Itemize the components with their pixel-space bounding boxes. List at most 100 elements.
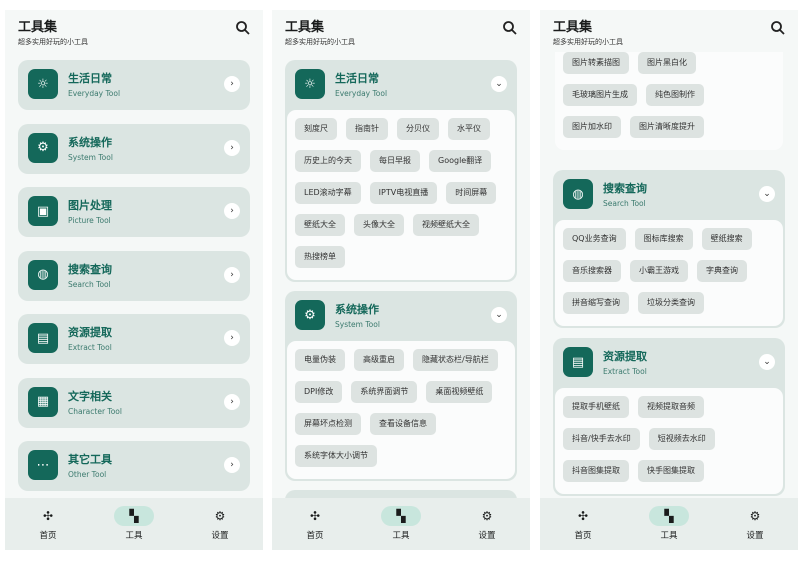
tool-chip[interactable]: 每日早报: [370, 150, 420, 172]
category-header[interactable]: ☼ 生活日常 Everyday Tool ›: [18, 60, 250, 110]
tool-chip[interactable]: 视频提取音频: [638, 396, 704, 418]
nav-item-0[interactable]: ✣ 首页: [272, 498, 358, 550]
tool-chip[interactable]: 查看设备信息: [370, 413, 436, 435]
nav-item-2[interactable]: ⚙ 设置: [444, 498, 530, 550]
tool-list[interactable]: ☼ 生活日常 Everyday Tool › ⚙ 系统操作 System Tool…: [5, 52, 263, 498]
category-card[interactable]: ▤ 资源提取 Extract Tool ›: [18, 314, 250, 364]
category-card[interactable]: 图片转素描图 图片黑白化 毛玻璃图片生成 纯色图制作图片加水印 图片清晰度提升: [553, 52, 785, 152]
chevron-right-icon[interactable]: ›: [224, 139, 240, 156]
category-header[interactable]: ▣ 图片处理 Picture Tool ⌄: [285, 490, 517, 498]
nav-label: 工具: [125, 531, 143, 541]
search-icon[interactable]: [235, 20, 251, 36]
chevron-down-icon[interactable]: ⌄: [759, 186, 775, 202]
category-header[interactable]: ☼ 生活日常 Everyday Tool ⌄: [285, 60, 517, 110]
nav-item-0[interactable]: ✣ 首页: [5, 498, 91, 550]
category-card[interactable]: ▣ 图片处理 Picture Tool ⌄: [285, 490, 517, 498]
tool-chip[interactable]: 头像大全: [354, 214, 404, 236]
chevron-right-icon[interactable]: ›: [224, 203, 240, 219]
category-card[interactable]: ◍ 搜索查询 Search Tool ⌄ QQ业务查询 图标库搜索 壁纸搜索音乐搜索器…: [553, 170, 785, 328]
category-card[interactable]: ◍ 搜索查询 Search Tool ›: [18, 250, 250, 301]
tool-chip[interactable]: DPI修改: [295, 381, 343, 403]
chevron-right-icon[interactable]: ›: [224, 457, 240, 473]
tool-chip[interactable]: 桌面视频壁纸: [426, 381, 493, 403]
tool-chip[interactable]: 图片清晰度提升: [630, 116, 704, 138]
tool-chip[interactable]: 系统字体大小调节: [295, 445, 377, 467]
category-card[interactable]: ⚙ 系统操作 System Tool ⌄ 电量伪装 高级重启 隐藏状态栏/导航栏 DPI…: [285, 291, 517, 481]
tool-chip[interactable]: 壁纸搜索: [701, 228, 752, 250]
tool-chip[interactable]: 抖音/快手去水印: [563, 428, 640, 450]
tool-chip[interactable]: 分贝仪: [397, 118, 439, 140]
tool-chip[interactable]: LED滚动字幕: [295, 182, 361, 204]
tool-chip[interactable]: 图标库搜索: [634, 228, 693, 250]
tool-chip[interactable]: 毛玻璃图片生成: [563, 84, 637, 106]
category-header[interactable]: ▤ 资源提取 Extract Tool ›: [18, 314, 250, 364]
tool-chip[interactable]: Google翻译: [429, 150, 492, 172]
tool-chip[interactable]: 屏幕坏点检测: [295, 413, 361, 435]
tool-chip[interactable]: 垃圾分类查询: [638, 292, 704, 314]
category-header[interactable]: ⚙ 系统操作 System Tool ›: [18, 124, 250, 174]
nav-item-1[interactable]: ▚ 工具: [626, 498, 712, 550]
chevron-right-icon[interactable]: ›: [224, 76, 240, 92]
tool-chip[interactable]: 电量伪装: [295, 349, 345, 371]
gear-icon: ⚙: [749, 509, 761, 523]
chevron-down-icon[interactable]: ⌄: [491, 76, 507, 92]
chevron-right-icon[interactable]: ›: [224, 393, 240, 410]
chevron-down-icon[interactable]: ⌄: [491, 307, 507, 323]
search-icon[interactable]: [502, 20, 518, 36]
category-card[interactable]: ☼ 生活日常 Everyday Tool ⌄ 刻度尺 指南针 分贝仪 水平仪历史上的今天…: [285, 60, 517, 282]
search-icon[interactable]: [770, 20, 786, 36]
nav-label: 设置: [211, 531, 229, 541]
chevron-right-icon[interactable]: ›: [224, 330, 240, 346]
category-card[interactable]: ▣ 图片处理 Picture Tool ›: [18, 187, 250, 237]
tool-chip[interactable]: 纯色图制作: [646, 84, 704, 106]
category-header[interactable]: ⚙ 系统操作 System Tool ⌄: [285, 291, 517, 341]
tool-chip[interactable]: QQ业务查询: [563, 228, 626, 250]
nav-item-2[interactable]: ⚙ 设置: [177, 498, 263, 550]
category-header[interactable]: ▣ 图片处理 Picture Tool ›: [18, 187, 250, 237]
tool-chip[interactable]: 高级重启: [354, 349, 404, 371]
tool-chip[interactable]: 小霸王游戏: [630, 260, 688, 282]
tool-chip[interactable]: 系统界面调节: [351, 381, 418, 403]
category-card[interactable]: ▤ 资源提取 Extract Tool ⌄ 提取手机壁纸 视频提取音频抖音/快手去水…: [553, 338, 785, 496]
tool-chip[interactable]: 壁纸大全: [295, 214, 345, 236]
category-card[interactable]: ⋯ 其它工具 Other Tool ›: [18, 441, 250, 491]
category-header[interactable]: ▦ 文字相关 Character Tool ›: [18, 378, 250, 428]
nav-item-0[interactable]: ✣ 首页: [540, 498, 626, 550]
tool-chip[interactable]: 视频壁纸大全: [413, 214, 479, 236]
tool-chip[interactable]: 抖音图集提取: [563, 460, 629, 482]
category-header[interactable]: ◍ 搜索查询 Search Tool ›: [18, 251, 250, 301]
tool-chip[interactable]: 热搜榜单: [295, 246, 345, 268]
tool-chip[interactable]: 水平仪: [448, 118, 490, 140]
category-card[interactable]: ▦ 文字相关 Character Tool ›: [18, 377, 250, 428]
category-header[interactable]: ◍ 搜索查询 Search Tool ⌄: [553, 170, 785, 220]
tool-chip[interactable]: 图片黑白化: [638, 52, 696, 74]
app-header: 工具集 超多实用好玩的小工具: [272, 10, 530, 52]
category-header[interactable]: ▤ 资源提取 Extract Tool ⌄: [553, 338, 785, 388]
tool-chip[interactable]: 提取手机壁纸: [563, 396, 629, 418]
tool-chip[interactable]: IPTV电视直播: [369, 182, 438, 204]
tool-chip[interactable]: 图片转素描图: [563, 52, 629, 74]
tool-chip[interactable]: 音乐搜索器: [563, 260, 621, 282]
category-card[interactable]: ☼ 生活日常 Everyday Tool ›: [18, 60, 250, 110]
tool-chip[interactable]: 拼音缩写查询: [563, 292, 629, 314]
chevron-down-icon[interactable]: ⌄: [759, 354, 775, 370]
nav-item-2[interactable]: ⚙ 设置: [712, 498, 798, 550]
tool-chip[interactable]: 隐藏状态栏/导航栏: [413, 349, 498, 371]
tool-chip[interactable]: 快手图集提取: [638, 460, 704, 482]
nav-item-1[interactable]: ▚ 工具: [358, 498, 444, 550]
gear-icon: ⚙: [214, 509, 226, 523]
tool-chip[interactable]: 图片加水印: [563, 116, 621, 138]
chevron-right-icon[interactable]: ›: [224, 266, 240, 283]
tool-chip[interactable]: 时间屏幕: [446, 182, 497, 204]
tool-list[interactable]: ☼ 生活日常 Everyday Tool ⌄ 刻度尺 指南针 分贝仪 水平仪历史上的今天…: [272, 52, 530, 498]
tool-chip[interactable]: 指南针: [346, 118, 388, 140]
tool-chip[interactable]: 历史上的今天: [295, 150, 361, 172]
tool-list[interactable]: 图片转素描图 图片黑白化 毛玻璃图片生成 纯色图制作图片加水印 图片清晰度提升 ◍ 搜索查…: [540, 52, 798, 498]
category-card[interactable]: ⚙ 系统操作 System Tool ›: [18, 123, 250, 174]
nav-item-1[interactable]: ▚ 工具: [91, 498, 177, 550]
app-header: 工具集 超多实用好玩的小工具: [540, 10, 798, 52]
tool-chip[interactable]: 字典查询: [697, 260, 747, 282]
tool-chip[interactable]: 刻度尺: [295, 118, 337, 140]
category-header[interactable]: ⋯ 其它工具 Other Tool ›: [18, 441, 250, 491]
tool-chip[interactable]: 短视频去水印: [648, 428, 715, 450]
